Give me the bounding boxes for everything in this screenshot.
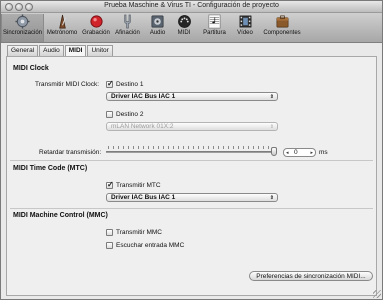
toolbar-item-metronomo[interactable]: Metrónomo — [45, 14, 79, 42]
destination-1-popup[interactable]: Driver IAC Bus IAC 1 ⇕ — [106, 92, 278, 101]
delay-value: 0 — [294, 149, 298, 156]
transmit-mtc-checkbox[interactable]: ✓ — [106, 180, 114, 189]
toolbar-item-partitura[interactable]: Partitura — [198, 14, 231, 42]
checkmark-icon: ✓ — [107, 79, 114, 88]
toolbar-item-sincronizacion[interactable]: Sincronización — [1, 14, 44, 42]
toolbar-item-video[interactable]: Vídeo — [232, 14, 258, 42]
transmit-mmc-label: Transmitir MMC — [116, 229, 162, 236]
destination-2-popup[interactable]: mLAN Network 01X:2 ⇕ — [106, 122, 278, 131]
mtc-heading: MIDI Time Code (MTC) — [13, 165, 88, 172]
increment-arrow-icon[interactable]: ▸ — [310, 149, 313, 157]
delay-slider-knob[interactable] — [271, 147, 277, 156]
tab-midi[interactable]: MIDI — [64, 45, 87, 56]
toolbar-item-audio[interactable]: Audio — [144, 14, 171, 42]
listen-mmc-input-checkbox[interactable] — [106, 242, 113, 249]
video-icon — [239, 15, 251, 28]
metronome-icon — [58, 14, 66, 29]
popup-arrows-icon: ⇕ — [269, 94, 274, 100]
toolbar-item-afinacion[interactable]: Afinación — [112, 14, 143, 42]
toolbar-item-componentes[interactable]: Componentes — [259, 14, 305, 42]
mtc-destination-value: Driver IAC Bus IAC 1 — [111, 194, 176, 201]
title-bar: Prueba Maschine & Virus TI - Configuraci… — [1, 1, 382, 13]
settings-tabs: General Audio MIDI Unitor — [7, 45, 114, 56]
tab-audio[interactable]: Audio — [39, 45, 64, 56]
destination-2-checkbox[interactable] — [106, 111, 113, 118]
toolbar-item-grabacion[interactable]: Grabación — [80, 14, 112, 42]
record-icon — [89, 15, 103, 28]
popup-arrows-icon: ⇕ — [269, 195, 274, 201]
tab-unitor[interactable]: Unitor — [87, 45, 113, 56]
transmit-midi-clock-label: Transmitir MIDI Clock: — [35, 81, 100, 88]
destination-1-checkbox[interactable]: ✓ — [106, 79, 114, 88]
midi-clock-heading: MIDI Clock — [13, 65, 49, 72]
popup-arrows-icon: ⇕ — [269, 124, 274, 130]
delay-slider-track[interactable] — [106, 151, 276, 153]
tab-general[interactable]: General — [7, 45, 39, 56]
midi-sync-preferences-button[interactable]: Preferencias de sincronización MIDI... — [249, 271, 373, 281]
sync-gear-icon — [15, 14, 30, 29]
resize-grip-icon[interactable] — [373, 290, 381, 298]
midi-settings-panel: MIDI Clock Transmitir MIDI Clock: ✓ Dest… — [6, 56, 377, 296]
mmc-heading: MIDI Machine Control (MMC) — [13, 212, 108, 219]
destination-2-label: Destino 2 — [116, 111, 144, 118]
destination-1-value: Driver IAC Bus IAC 1 — [111, 93, 176, 100]
destination-2-value: mLAN Network 01X:2 — [111, 123, 174, 130]
score-icon — [208, 14, 221, 29]
delay-transmission-label: Retardar transmisión: — [39, 149, 102, 156]
project-settings-window: Prueba Maschine & Virus TI - Configuraci… — [0, 0, 383, 300]
toolbar-item-midi[interactable]: MIDI — [171, 14, 197, 42]
listen-mmc-input-label: Escuchar entrada MMC — [116, 242, 185, 249]
delay-value-stepper[interactable]: ◂ 0 ▸ — [283, 148, 316, 157]
mtc-destination-popup[interactable]: Driver IAC Bus IAC 1 ⇕ — [106, 193, 278, 202]
divider — [10, 208, 373, 209]
checkmark-icon: ✓ — [107, 180, 114, 189]
decrement-arrow-icon[interactable]: ◂ — [286, 149, 289, 157]
delay-unit: ms — [319, 149, 328, 156]
midi-icon — [177, 15, 191, 28]
transmit-mtc-label: Transmitir MTC — [116, 182, 161, 189]
destination-1-label: Destino 1 — [116, 81, 144, 88]
components-icon — [276, 15, 288, 28]
delay-slider-ticks — [108, 146, 273, 149]
audio-icon — [151, 15, 164, 28]
window-title: Prueba Maschine & Virus TI - Configuraci… — [104, 2, 279, 9]
transmit-mmc-checkbox[interactable] — [106, 229, 113, 236]
toolbar: Sincronización Metrónomo Grabación Afina… — [1, 13, 382, 43]
divider — [10, 160, 373, 161]
tuning-fork-icon — [124, 14, 131, 29]
